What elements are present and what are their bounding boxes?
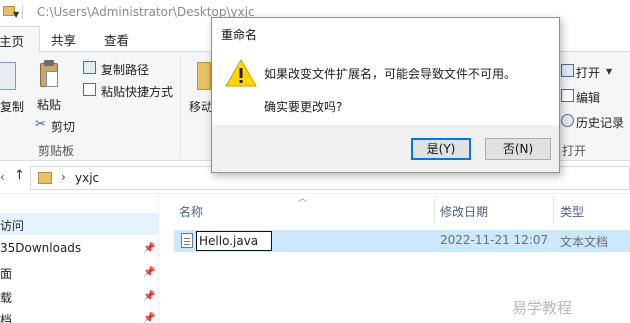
- move-button[interactable]: 移动: [189, 98, 213, 115]
- nav-item-documents[interactable]: 档: [0, 307, 158, 323]
- nav-item-label: 载: [0, 291, 13, 305]
- back-icon[interactable]: ‹: [0, 170, 5, 184]
- dialog-footer: 是(Y) 否(N): [212, 125, 559, 172]
- scissors-icon: ✂: [35, 117, 46, 132]
- rename-input[interactable]: Hello.java: [196, 231, 272, 251]
- open-button[interactable]: 打开: [576, 64, 600, 81]
- column-header-name[interactable]: 名称: [179, 203, 203, 220]
- navigation-pane: 访问 35Downloads 📌 面 📌 载 📌 档 📌: [0, 195, 158, 323]
- column-divider[interactable]: [434, 196, 435, 224]
- yes-button[interactable]: 是(Y): [411, 138, 471, 160]
- folder-icon: [38, 172, 52, 184]
- nav-item-downloads[interactable]: 35Downloads: [0, 237, 158, 259]
- history-button[interactable]: 历史记录: [576, 114, 624, 131]
- copy-path-button[interactable]: 复制路径: [101, 61, 149, 78]
- clip-icon: [44, 60, 54, 66]
- tab-view[interactable]: 查看: [104, 30, 129, 49]
- paste-label: 粘贴: [37, 98, 62, 112]
- watermark: 易学教程: [512, 299, 573, 317]
- sort-up-icon: ︿: [298, 194, 308, 204]
- nav-item-label: 35Downloads: [0, 241, 82, 255]
- tab-home[interactable]: 主页: [0, 26, 40, 53]
- nav-item-quick-access[interactable]: 访问: [0, 213, 158, 235]
- nav-item-label: 档: [0, 313, 13, 323]
- nav-item-label: 访问: [0, 219, 25, 233]
- column-divider[interactable]: [553, 196, 554, 224]
- rename-dialog: 重命名 如果改变文件扩展名，可能会导致文件不可用。 确实要更改吗? 是(Y) 否…: [211, 17, 560, 173]
- chevron-down-icon[interactable]: ▼: [13, 10, 19, 19]
- column-header-type[interactable]: 类型: [560, 203, 584, 220]
- page-icon: [46, 71, 58, 87]
- dialog-title: 重命名: [221, 28, 258, 42]
- file-type: 文本文档: [560, 235, 609, 249]
- tab-share[interactable]: 共享: [51, 30, 76, 49]
- pin-icon: 📌: [143, 267, 156, 278]
- no-button[interactable]: 否(N): [485, 138, 551, 160]
- column-header-modified[interactable]: 修改日期: [440, 203, 488, 220]
- pin-icon: 📌: [143, 313, 156, 323]
- tab-label: 主页: [0, 34, 25, 49]
- edit-button[interactable]: 编辑: [576, 89, 600, 106]
- cut-button[interactable]: 剪切: [51, 118, 75, 135]
- dialog-message: 如果改变文件扩展名，可能会导致文件不可用。: [264, 67, 517, 81]
- copy-icon: [0, 62, 16, 90]
- nav-item-downloads-2[interactable]: 载: [0, 285, 158, 307]
- divider: [22, 5, 23, 19]
- pane-divider[interactable]: [158, 195, 159, 323]
- edit-icon: [561, 89, 574, 102]
- nav-item-desktop[interactable]: 面: [0, 261, 158, 283]
- warning-icon: [225, 58, 257, 91]
- copy-button[interactable]: 复制: [0, 98, 24, 115]
- chevron-right-icon: ›: [61, 170, 66, 184]
- up-arrow-icon[interactable]: ↑: [14, 168, 25, 183]
- pin-icon: 📌: [143, 291, 156, 302]
- group-divider: [180, 56, 181, 157]
- file-modified-date: 2022-11-21 12:07: [440, 233, 549, 247]
- pin-icon: 📌: [143, 243, 156, 254]
- nav-item-label: 面: [0, 267, 13, 281]
- chevron-down-icon[interactable]: ▼: [606, 67, 612, 76]
- dialog-question: 确实要更改吗?: [264, 100, 343, 114]
- paste-button[interactable]: [38, 60, 60, 90]
- open-group-label: 打开: [562, 144, 587, 158]
- move-to-icon: [197, 62, 211, 90]
- open-icon: [561, 64, 574, 77]
- clipboard-group-label: 剪贴板: [38, 144, 75, 158]
- table-row[interactable]: Hello.java 2022-11-21 12:07 文本文档: [174, 230, 630, 252]
- paste-shortcut-button[interactable]: 粘贴快捷方式: [101, 83, 173, 100]
- text-file-icon: [181, 233, 193, 248]
- paste-shortcut-icon: [83, 83, 96, 96]
- history-icon: [561, 114, 574, 127]
- copy-path-icon: [83, 61, 96, 74]
- breadcrumb[interactable]: yxjc: [75, 171, 99, 185]
